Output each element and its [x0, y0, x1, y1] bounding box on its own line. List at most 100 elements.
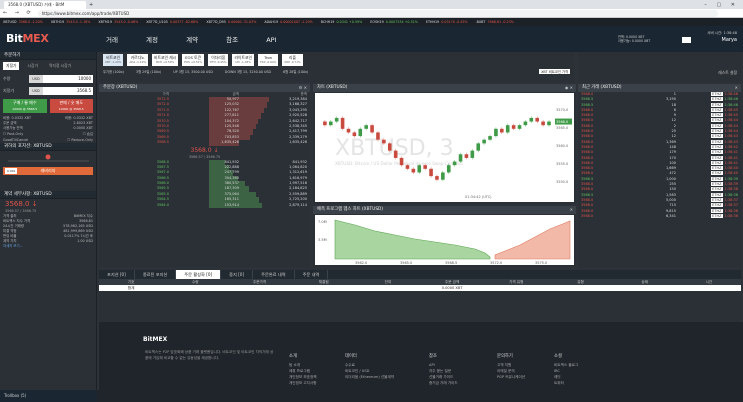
- url-input[interactable]: https://www.bitmex.com/app/trade/XBTUSD: [37, 9, 718, 17]
- footer-link[interactable]: PGP 커뮤니케이션: [497, 374, 525, 380]
- depth-title: 예측 프로그램 뎁스 차트 (XBTUSD) ✕: [313, 206, 576, 214]
- depth-canvas[interactable]: 7.0M 3.5M 3562.0 3565.0 3568.5 3572.0 35…: [315, 215, 574, 265]
- table-row[interactable]: 3564.0 153,914 2,879,114: [99, 202, 310, 209]
- price-input[interactable]: 3568.5: [43, 87, 93, 95]
- positions-tab[interactable]: 중지 [0]: [221, 270, 254, 279]
- leverage-slider-icon[interactable]: [0, 151, 97, 165]
- footer-column: 소개 팀 소개 제휴 프로그램 개인정보 보호정책 개인정보 고지사항: [289, 354, 317, 386]
- ticker-value: 0.00377 -82.68%: [169, 20, 199, 24]
- ticker-item[interactable]: XBTUSD 3568.0 -1.20%: [3, 20, 47, 24]
- trade-tag: ETHZ: [711, 166, 723, 171]
- camera-icon[interactable]: ◉ ✕: [565, 84, 573, 92]
- contract-tab[interactable]: 카르다노 ADA -1.19%: [127, 54, 149, 66]
- nav-reference[interactable]: 참조: [226, 36, 238, 44]
- contract-tab[interactable]: 비트코인 캐시 BCH +0.59%: [152, 54, 179, 66]
- ticker-value: 3543.0 -1.18%: [66, 20, 91, 24]
- contract-expiry[interactable]: 6월 28일 (100x): [283, 69, 308, 74]
- contract-expiry[interactable]: DOWN 3월 15, 3250.00 USD: [225, 69, 271, 74]
- table-row: 3568.0 6,341 ETHZ 1:38:36: [578, 213, 741, 219]
- depth-x-tick: 3575.0: [535, 261, 547, 265]
- contract-change: ADA -1.19%: [129, 60, 147, 64]
- trollbox-button[interactable]: Trollbox (5): [0, 390, 97, 402]
- chart-canvas[interactable]: XBTUSD, 3 XBTUSD: Bitcoin / US Dollar Per…: [315, 93, 574, 202]
- more-link[interactable]: 자세히 보기...: [0, 244, 96, 249]
- tab-market[interactable]: 시장가: [24, 62, 40, 70]
- order-title: 주문하기: [0, 52, 96, 60]
- buy-button[interactable]: 구매 / 롱 매수 10000 @ 3568.5: [3, 99, 47, 113]
- contract-tab[interactable]: EOS 토큰 EOS +0.51%: [182, 54, 205, 66]
- close-icon[interactable]: ✕: [735, 84, 738, 92]
- footer-link[interactable]: 트위터: [554, 380, 578, 386]
- contract-tab[interactable]: 이더리움 ETH -0.45%: [208, 54, 229, 66]
- active-pair[interactable]: XBT 비트코인 가격: [539, 69, 570, 74]
- leverage-scale: [0, 151, 96, 165]
- nav-trade[interactable]: 거래: [106, 36, 118, 44]
- ticker-item[interactable]: ADAH19 0.00001007 -1.19%: [264, 20, 316, 24]
- tab-limit[interactable]: 지정가: [3, 62, 20, 70]
- panel-controls-icon[interactable]: ⚙ ✕: [299, 84, 307, 92]
- ticker-strip: XBTUSD 3568.0 -1.20% XBTH19 3543.0 -1.18%…: [0, 18, 743, 26]
- contract-expiry[interactable]: 무기한 (100x): [103, 69, 124, 74]
- browser-tab[interactable]: 3568.0 (XBTUSD) 거래 - BitM: [4, 1, 86, 9]
- address-bar: ← → ⟳ https://www.bitmex.com/app/trade/X…: [0, 9, 743, 18]
- new-tab-icon[interactable]: +: [89, 2, 93, 8]
- user-menu[interactable]: Marya: [722, 37, 737, 43]
- account-balance: 잔액: 0.0000 XBT 사용가능: 0.0000 XBT: [618, 35, 651, 43]
- orderbook-panel: 주문장 (XBTUSD) ⚙ ✕ 가격 금액 총액 3572.5 50,977 3,2…: [99, 84, 310, 267]
- footer-column-title: 참조: [429, 354, 437, 359]
- trade-tag: ETHZ: [711, 160, 723, 165]
- ticker-symbol: XBTH19: [50, 20, 66, 24]
- ob-price: 3568.5: [156, 140, 169, 145]
- footer-logo: BitMEX: [143, 336, 168, 343]
- sell-button[interactable]: 판매 / 숏 매도 10000 @ 3568.5: [49, 99, 93, 113]
- footer-link[interactable]: 개인정보 고지사항: [289, 380, 317, 386]
- ticker-item[interactable]: ETHH19 0.03170 -0.45%: [426, 20, 472, 24]
- trade-tag: ETHZ: [711, 213, 723, 218]
- nav-account[interactable]: 계정: [146, 36, 158, 44]
- browser-nav-icons[interactable]: ← → ⟳: [0, 10, 34, 16]
- ticker-item[interactable]: XBT7D_U105 0.00377 -82.68%: [146, 20, 202, 24]
- contract-tab[interactable]: 리플 XRP -0.71%: [282, 54, 303, 66]
- contract-change: BCH +0.59%: [156, 60, 175, 64]
- positions-tab[interactable]: 주문완료 내역: [253, 270, 295, 279]
- footer-column: 데이터 수수료 비트코인 / USD 이더리움 (Ethereum) 선물계약: [345, 354, 394, 380]
- ticker-symbol: ETHH19: [425, 20, 441, 24]
- contract-tab[interactable]: Tron TRX -0.64%: [257, 54, 279, 66]
- close-icon[interactable]: ✕: [570, 206, 573, 214]
- footer-link[interactable]: 이더리움 (Ethereum) 선물계약: [345, 374, 394, 380]
- contract-expiry[interactable]: UP 3월 15, 3500.00 USD: [173, 69, 213, 74]
- nav-contracts[interactable]: 계약: [186, 36, 198, 44]
- nav-api[interactable]: API: [266, 36, 276, 44]
- trade-tag: ETHZ: [711, 187, 723, 192]
- ticker-item[interactable]: XBTH19 3543.0 -1.18%: [51, 20, 95, 24]
- depth-x-tick: 3572.0: [490, 261, 502, 265]
- positions-tab[interactable]: 주문 활성화 [0]: [176, 270, 222, 279]
- leverage-bar[interactable]: 0.00x 레버리지: [3, 167, 93, 175]
- bitmex-logo[interactable]: BitMEX: [6, 32, 49, 45]
- ticker-item[interactable]: .BXBT 3566.81 -0.23%: [476, 20, 518, 24]
- orderbook-title: 주문장 (XBTUSD) ⚙ ✕: [99, 84, 310, 92]
- ticker-symbol: XBTUSD: [3, 20, 18, 24]
- ticker-item[interactable]: XBT7D_D95 0.00060 -31.03%: [206, 20, 260, 24]
- layout-settings[interactable]: 레스트 설정: [578, 52, 741, 82]
- window-controls-icon[interactable]: – ▢ ✕: [704, 2, 743, 8]
- contract-expiry[interactable]: 3월 29일 (100x): [136, 69, 161, 74]
- positions-tab[interactable]: 포지션 [0]: [99, 270, 135, 279]
- depth-x-tick: 3565.0: [400, 261, 412, 265]
- footer-link[interactable]: 증거금 거래 가이드: [429, 380, 458, 386]
- trade-tag: ETHZ: [711, 134, 723, 139]
- contract-price: 3568.0 ↓: [5, 200, 38, 208]
- language-flag-icon[interactable]: [682, 37, 691, 43]
- tab-stop-market[interactable]: 역지정 시장가: [46, 62, 74, 70]
- contract-tab[interactable]: 비트코인 XBT -1.20%: [103, 54, 124, 66]
- ticker-item[interactable]: EOSH19 0.0007534 +0.51%: [370, 20, 422, 24]
- positions-tab[interactable]: 주문 내역: [295, 270, 329, 279]
- positions-tab[interactable]: 종료된 포지션: [135, 270, 177, 279]
- ticker-symbol: EOSH19: [370, 20, 385, 24]
- ticker-item[interactable]: XBTM19 3543.0 -0.06%: [98, 20, 142, 24]
- contract-tab[interactable]: 라이트코인 LTC -1.03%: [232, 54, 254, 66]
- footer-bottom: [97, 390, 743, 402]
- ticker-item[interactable]: BCHH19 0.0341 +0.59%: [321, 20, 367, 24]
- table-row[interactable]: 3568.5 1,635,426 1,635,426: [99, 140, 310, 146]
- quantity-input[interactable]: 10000: [43, 75, 93, 83]
